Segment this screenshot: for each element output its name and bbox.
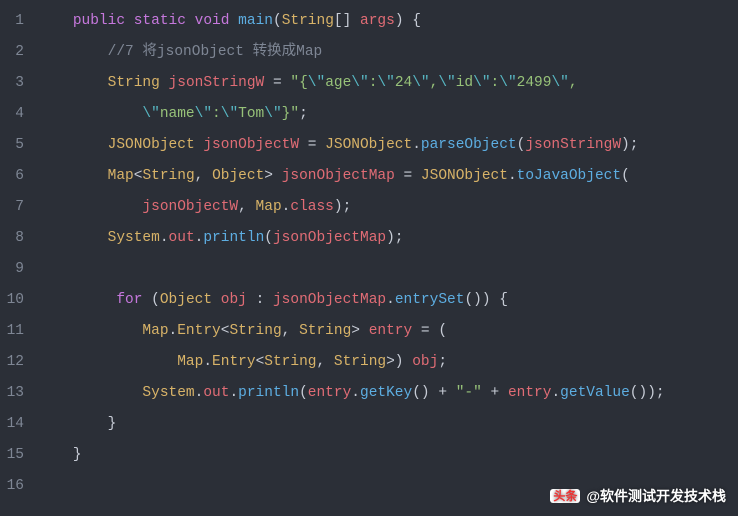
code-content: Map.Entry<String, String> entry = ( [38, 316, 447, 347]
code-content: System.out.println(entry.getKey() + "-" … [38, 378, 665, 409]
line-number: 5 [0, 130, 38, 161]
code-line: 3 String jsonStringW = "{\"age\":\"24\",… [0, 68, 738, 99]
line-number: 12 [0, 347, 38, 378]
line-number: 9 [0, 254, 38, 285]
code-line: 11 Map.Entry<String, String> entry = ( [0, 316, 738, 347]
code-line: 1 public static void main(String[] args)… [0, 6, 738, 37]
code-line: 5 JSONObject jsonObjectW = JSONObject.pa… [0, 130, 738, 161]
line-number: 15 [0, 440, 38, 471]
line-number: 4 [0, 99, 38, 130]
code-content: System.out.println(jsonObjectMap); [38, 223, 404, 254]
code-line: 15 } [0, 440, 738, 471]
code-line: 13 System.out.println(entry.getKey() + "… [0, 378, 738, 409]
watermark: 头条 @软件测试开发技术栈 [550, 486, 726, 506]
code-content: } [38, 440, 82, 471]
code-content: public static void main(String[] args) { [38, 6, 421, 37]
code-line: 2 //7 将jsonObject 转换成Map [0, 37, 738, 68]
line-number: 1 [0, 6, 38, 37]
code-line: 8 System.out.println(jsonObjectMap); [0, 223, 738, 254]
code-content: \"name\":\"Tom\"}"; [38, 99, 308, 130]
code-line: 4 \"name\":\"Tom\"}"; [0, 99, 738, 130]
code-content: jsonObjectW, Map.class); [38, 192, 351, 223]
watermark-badge: 头条 [550, 489, 580, 503]
code-line: 12 Map.Entry<String, String>) obj; [0, 347, 738, 378]
line-number: 2 [0, 37, 38, 68]
code-content: } [38, 409, 116, 440]
line-number: 10 [0, 285, 38, 316]
code-content: String jsonStringW = "{\"age\":\"24\",\"… [38, 68, 578, 99]
line-number: 16 [0, 471, 38, 502]
watermark-handle: @软件测试开发技术栈 [586, 486, 726, 506]
line-number: 6 [0, 161, 38, 192]
code-line: 7 jsonObjectW, Map.class); [0, 192, 738, 223]
line-number: 14 [0, 409, 38, 440]
line-number: 7 [0, 192, 38, 223]
code-line: 14 } [0, 409, 738, 440]
code-line: 6 Map<String, Object> jsonObjectMap = JS… [0, 161, 738, 192]
line-number: 8 [0, 223, 38, 254]
line-number: 3 [0, 68, 38, 99]
line-number: 13 [0, 378, 38, 409]
code-editor: 1 public static void main(String[] args)… [0, 0, 738, 502]
code-line: 10 for (Object obj : jsonObjectMap.entry… [0, 285, 738, 316]
code-content: JSONObject jsonObjectW = JSONObject.pars… [38, 130, 638, 161]
code-line: 9 [0, 254, 738, 285]
code-content: Map<String, Object> jsonObjectMap = JSON… [38, 161, 630, 192]
code-content: for (Object obj : jsonObjectMap.entrySet… [38, 285, 508, 316]
line-number: 11 [0, 316, 38, 347]
code-content: //7 将jsonObject 转换成Map [38, 37, 322, 68]
code-content: Map.Entry<String, String>) obj; [38, 347, 447, 378]
